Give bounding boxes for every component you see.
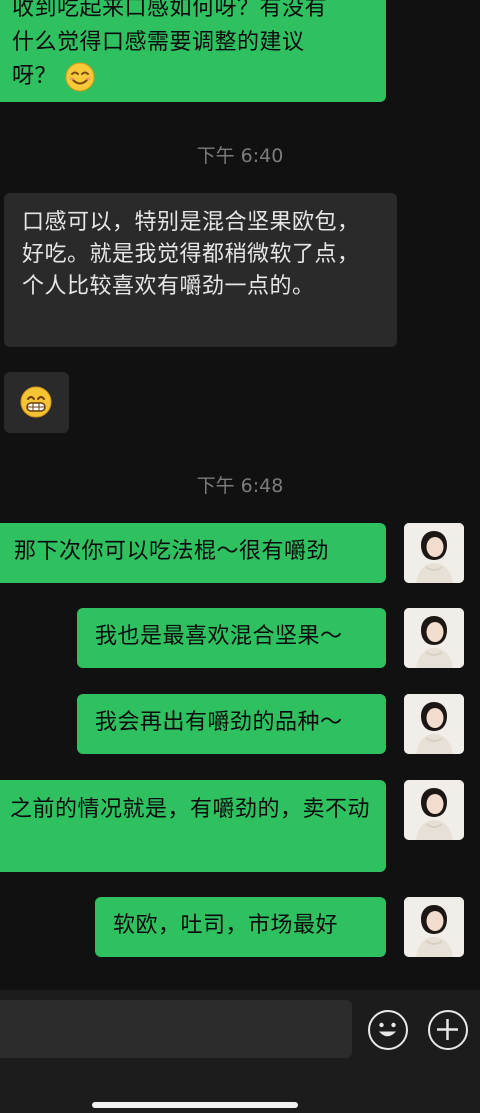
avatar-photo (404, 523, 464, 583)
message-text: 那下次你可以吃法棍～很有嚼劲 (14, 539, 330, 564)
add-button[interactable] (428, 1010, 468, 1050)
avatar[interactable] (404, 897, 464, 957)
message-bubble-outgoing[interactable]: 我也是最喜欢混合坚果～ (77, 608, 386, 668)
avatar-photo (404, 694, 464, 754)
avatar[interactable] (404, 694, 464, 754)
message-bubble-incoming-emoji[interactable] (4, 372, 69, 433)
avatar[interactable] (404, 523, 464, 583)
emoji-button[interactable] (368, 1010, 408, 1050)
plus-icon (437, 1019, 458, 1040)
message-input[interactable] (0, 1000, 352, 1058)
timestamp: 下午 6:40 (196, 145, 284, 167)
avatar-photo (404, 608, 464, 668)
message-bubble-outgoing[interactable]: 我会再出有嚼劲的品种～ (77, 694, 386, 754)
message-bubble-outgoing[interactable]: 软欧，吐司，市场最好 (95, 897, 386, 957)
message-text-line: 什么觉得口感需要调整的建议 (12, 30, 305, 55)
message-text: 之前的情况就是，有嚼劲的，卖不动 (10, 797, 371, 822)
home-indicator[interactable] (92, 1102, 298, 1108)
smiling-face-emoji (65, 62, 95, 92)
avatar[interactable] (404, 608, 464, 668)
message-bubble-outgoing[interactable]: 之前的情况就是，有嚼劲的，卖不动 (0, 780, 386, 872)
avatar[interactable] (404, 780, 464, 840)
message-text-line: 呀？ (12, 60, 374, 94)
chat-area[interactable]: 收到吃起来口感如何呀？有没有 什么觉得口感需要调整的建议 呀？ 下午 6:40 … (0, 0, 480, 990)
avatar-photo (404, 897, 464, 957)
message-bubble-outgoing[interactable]: 那下次你可以吃法棍～很有嚼劲 (0, 523, 386, 583)
message-text: 软欧，吐司，市场最好 (113, 913, 339, 938)
input-bar (0, 990, 480, 1113)
message-text: 我会再出有嚼劲的品种～ (95, 710, 343, 735)
message-bubble-outgoing[interactable]: 收到吃起来口感如何呀？有没有 什么觉得口感需要调整的建议 呀？ (0, 0, 386, 102)
grinning-face-emoji (20, 386, 52, 418)
message-text: 呀？ (12, 64, 58, 89)
timestamp: 下午 6:48 (196, 475, 284, 497)
message-text-line: 收到吃起来口感如何呀？有没有 (12, 0, 328, 21)
message-text: 口感可以，特别是混合坚果欧包，好吃。就是我觉得都稍微软了点，个人比较喜欢有嚼劲一… (22, 210, 360, 299)
avatar-photo (404, 780, 464, 840)
smiley-icon (379, 1022, 396, 1037)
message-bubble-incoming[interactable]: 口感可以，特别是混合坚果欧包，好吃。就是我觉得都稍微软了点，个人比较喜欢有嚼劲一… (4, 193, 397, 347)
message-text: 我也是最喜欢混合坚果～ (95, 624, 343, 649)
